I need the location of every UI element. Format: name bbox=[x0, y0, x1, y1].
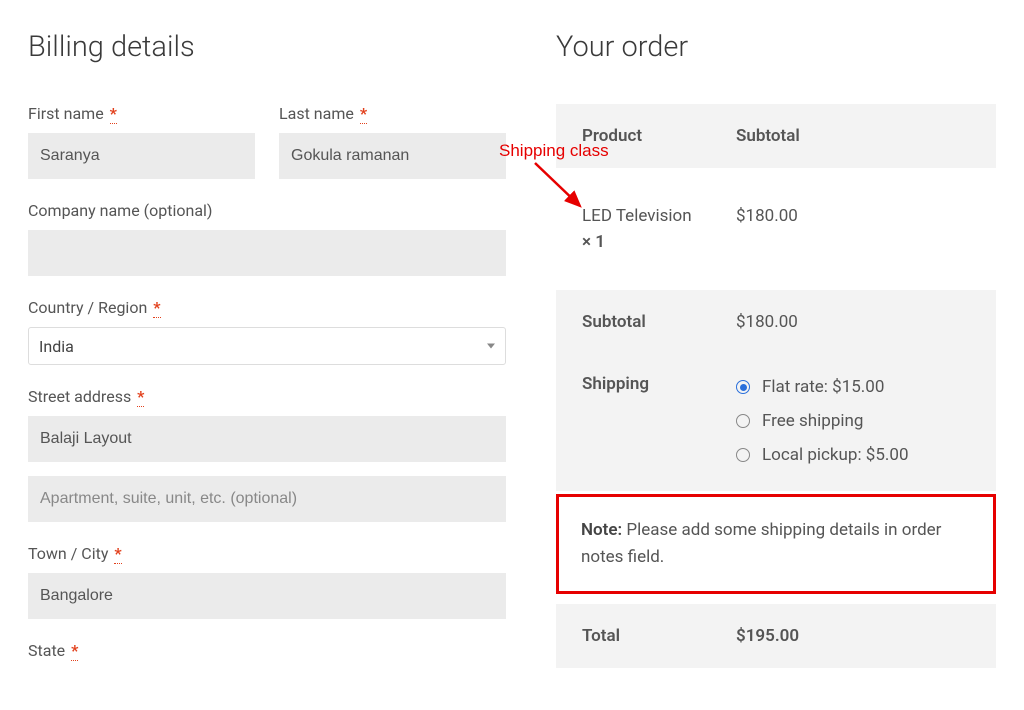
first-name-label: First name * bbox=[28, 104, 255, 123]
shipping-label: Shipping bbox=[556, 354, 736, 416]
radio-icon bbox=[736, 380, 750, 394]
th-subtotal: Subtotal bbox=[736, 104, 996, 168]
shipping-note: Note: Please add some shipping details i… bbox=[556, 494, 996, 594]
country-field-wrap: Country / Region * India bbox=[28, 298, 506, 365]
city-field-wrap: Town / City * bbox=[28, 544, 506, 619]
company-field-wrap: Company name (optional) bbox=[28, 201, 506, 276]
company-input[interactable] bbox=[28, 230, 506, 276]
required-mark: * bbox=[360, 104, 367, 124]
last-name-field-wrap: Last name * bbox=[279, 104, 506, 179]
annotation-label: Shipping class bbox=[499, 141, 609, 161]
order-table: Product Subtotal LED Television × 1 $180… bbox=[556, 104, 996, 668]
item-price: $180.00 bbox=[736, 168, 996, 290]
order-total-row: Total $195.00 bbox=[556, 604, 996, 668]
item-qty: × 1 bbox=[582, 232, 736, 252]
subtotal-label: Subtotal bbox=[556, 290, 736, 354]
ship-free-label: Free shipping bbox=[762, 411, 863, 431]
item-name: LED Television bbox=[582, 206, 736, 226]
required-mark: * bbox=[71, 641, 78, 661]
country-select[interactable]: India bbox=[28, 327, 506, 365]
first-name-input[interactable] bbox=[28, 133, 255, 179]
billing-heading: Billing details bbox=[28, 30, 506, 64]
street-address-input-2[interactable] bbox=[28, 476, 506, 522]
required-mark: * bbox=[110, 104, 117, 124]
radio-icon bbox=[736, 414, 750, 428]
total-label: Total bbox=[556, 604, 736, 668]
chevron-down-icon bbox=[487, 344, 495, 349]
order-shipping-row: Shipping Flat rate: $15.00 Free shipping bbox=[556, 354, 996, 491]
subtotal-value: $180.00 bbox=[736, 290, 996, 354]
ship-opt-flat-rate[interactable]: Flat rate: $15.00 bbox=[736, 377, 984, 397]
first-name-field-wrap: First name * bbox=[28, 104, 255, 179]
state-field-wrap: State * bbox=[28, 641, 506, 660]
note-text: Please add some shipping details in orde… bbox=[581, 520, 941, 567]
radio-icon bbox=[736, 448, 750, 462]
street-address-input-1[interactable] bbox=[28, 416, 506, 462]
country-selected-value: India bbox=[39, 337, 74, 356]
ship-local-label: Local pickup: $5.00 bbox=[762, 445, 909, 465]
last-name-input[interactable] bbox=[279, 133, 506, 179]
last-name-label: Last name * bbox=[279, 104, 506, 123]
order-table-head: Product Subtotal bbox=[556, 104, 996, 168]
order-subtotal-row: Subtotal $180.00 bbox=[556, 290, 996, 354]
state-label: State * bbox=[28, 641, 506, 660]
note-label: Note: bbox=[581, 520, 622, 540]
company-label: Company name (optional) bbox=[28, 201, 506, 220]
total-value: $195.00 bbox=[736, 604, 996, 668]
order-heading: Your order bbox=[556, 30, 996, 64]
shipping-options: Flat rate: $15.00 Free shipping Local pi… bbox=[736, 354, 996, 491]
item-product-cell: LED Television × 1 bbox=[556, 168, 736, 290]
city-label: Town / City * bbox=[28, 544, 506, 563]
required-mark: * bbox=[153, 298, 160, 318]
ship-flat-label: Flat rate: $15.00 bbox=[762, 377, 884, 397]
country-label: Country / Region * bbox=[28, 298, 506, 317]
order-column: Your order Product Subtotal LED Televisi… bbox=[556, 30, 996, 670]
required-mark: * bbox=[137, 387, 144, 407]
billing-column: Billing details First name * Last name *… bbox=[28, 30, 506, 670]
ship-opt-free-shipping[interactable]: Free shipping bbox=[736, 411, 984, 431]
required-mark: * bbox=[114, 544, 121, 564]
ship-opt-local-pickup[interactable]: Local pickup: $5.00 bbox=[736, 445, 984, 465]
city-input[interactable] bbox=[28, 573, 506, 619]
street-field-wrap: Street address * bbox=[28, 387, 506, 522]
order-line-item: LED Television × 1 $180.00 bbox=[556, 168, 996, 290]
street-label: Street address * bbox=[28, 387, 506, 406]
